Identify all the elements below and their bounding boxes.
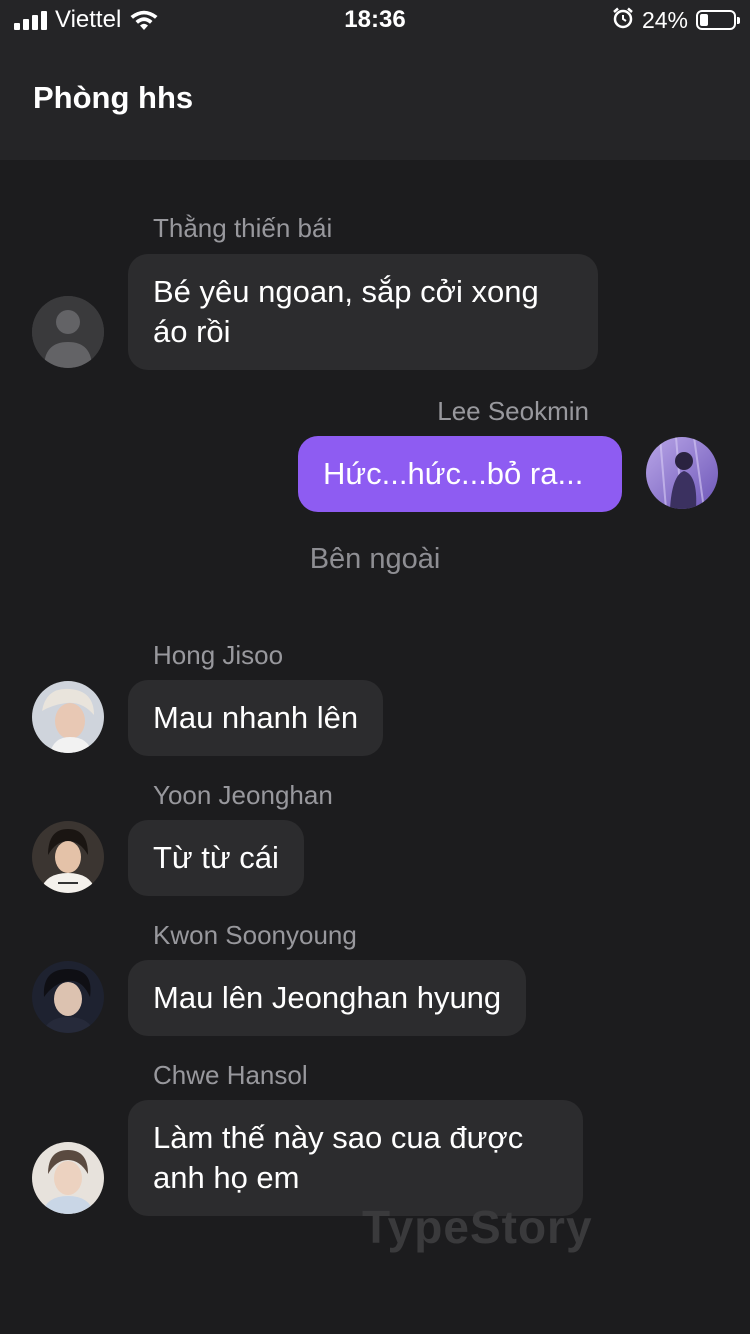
user-avatar[interactable] [32,821,104,893]
chat-header: Phòng hhs [0,40,750,160]
sender-name: Yoon Jeonghan [153,780,333,810]
message-bubble[interactable]: Mau lên Jeonghan hyung [128,960,527,1036]
status-right: 24% [612,6,740,34]
message-bubble[interactable]: Từ từ cái [128,820,304,896]
sender-name: Chwe Hansol [153,1060,308,1090]
sender-name: Lee Seokmin [437,396,589,426]
chat-title: Phòng hhs [33,80,194,115]
sender-name: Thằng thiến bái [153,213,333,243]
message-bubble-outgoing[interactable]: Hức...hức...bỏ ra... [298,436,622,512]
narration-text: Bên ngoài [309,543,441,575]
user-avatar[interactable] [32,961,104,1033]
status-bar: Viettel 18:36 24% [0,0,750,40]
battery-cap [737,17,740,24]
message-bubble[interactable]: Mau nhanh lên [128,680,384,756]
user-avatar[interactable] [32,1142,104,1214]
chat-screen: Viettel 18:36 24% Phòng hhs Thằng thiến … [0,0,750,1334]
sender-name: Hong Jisoo [153,640,284,670]
battery-percent: 24% [641,6,688,33]
user-avatar[interactable] [646,437,718,509]
battery-icon [696,10,740,30]
alarm-icon [612,7,634,34]
user-avatar[interactable] [32,681,104,753]
message-bubble[interactable]: Làm thế này sao cua được anh họ em [128,1100,583,1216]
battery-fill [700,14,708,26]
default-person-icon[interactable] [32,296,104,368]
sender-name: Kwon Soonyoung [153,920,357,950]
message-bubble[interactable]: Bé yêu ngoan, sắp cởi xong áo rồi [128,254,598,370]
watermark: TypeStory [362,1201,593,1253]
